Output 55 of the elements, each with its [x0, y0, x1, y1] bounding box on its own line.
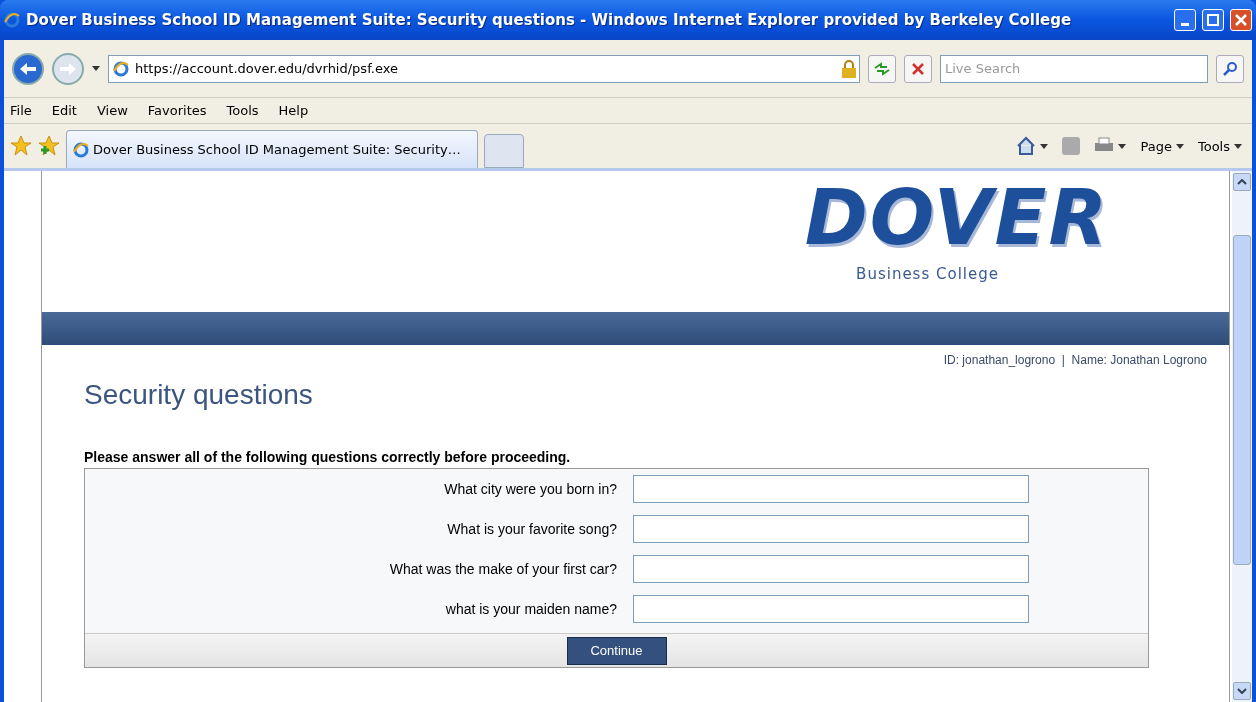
continue-button[interactable]: Continue — [566, 636, 667, 665]
menu-item[interactable]: Tools — [226, 103, 259, 118]
caret-icon[interactable] — [1118, 143, 1127, 149]
answer-field[interactable] — [633, 475, 1029, 503]
caret-icon[interactable] — [92, 66, 100, 71]
menu-item[interactable]: Edit — [51, 103, 77, 118]
answer-field[interactable] — [633, 515, 1029, 543]
browser-icon — [113, 60, 129, 77]
search-icon — [1223, 61, 1237, 76]
left-arrow-icon — [19, 61, 37, 76]
question-label: What is your favorite song? — [446, 521, 617, 537]
answer-field[interactable] — [633, 595, 1029, 623]
search-button[interactable] — [1216, 54, 1244, 83]
browser-icon — [4, 12, 20, 28]
maximize-icon — [1207, 14, 1219, 26]
caret-icon[interactable] — [1040, 143, 1049, 149]
stop-button[interactable] — [904, 54, 932, 83]
logo-title: DOVER — [804, 172, 1109, 264]
question-label: What was the make of your first car? — [388, 561, 617, 577]
menu-item[interactable]: View — [96, 103, 128, 118]
close-button[interactable] — [1230, 9, 1252, 31]
command-menu[interactable]: Tools — [1193, 131, 1246, 161]
menu-item[interactable]: Help — [278, 103, 309, 118]
lock-icon[interactable] — [839, 58, 859, 79]
command-menu[interactable]: Page — [1136, 131, 1188, 161]
instructions: Please answer all of the following questions correctly before proceeding. — [84, 449, 572, 465]
page-heading: Security questions — [84, 379, 314, 411]
address-field[interactable]: https://account.dover.edu/dvrhid/psf.exe — [108, 54, 860, 83]
forward-button[interactable] — [52, 52, 84, 85]
search-field[interactable]: Live Search — [940, 54, 1208, 83]
caret-icon[interactable] — [1175, 143, 1184, 149]
browser-icon — [73, 141, 89, 158]
star-icon[interactable] — [10, 135, 32, 157]
question-label: what is your maiden name? — [444, 601, 617, 617]
right-arrow-icon — [59, 61, 77, 76]
add-favorite-icon[interactable] — [38, 135, 60, 157]
question-label: What city were you born in? — [443, 481, 617, 497]
refresh-button[interactable] — [868, 54, 896, 83]
logo-subtitle: Business College — [856, 265, 999, 283]
answer-field[interactable] — [633, 555, 1029, 583]
minimize-icon — [1181, 22, 1189, 26]
home-icon[interactable] — [1016, 136, 1037, 156]
minimize-button[interactable] — [1174, 9, 1196, 31]
menu-item[interactable]: Favorites — [147, 103, 207, 118]
scrollbar[interactable] — [1232, 171, 1252, 702]
back-button[interactable] — [12, 52, 44, 85]
stop-icon — [912, 62, 924, 75]
menu-item[interactable]: File — [10, 103, 32, 118]
browser-tab[interactable]: Dover Business School ID Management Suite: Security… — [66, 130, 478, 168]
caret-icon[interactable] — [1234, 143, 1242, 149]
user-info: ID: jonathan_logrono | Name: Jonathan Logrono — [943, 353, 1207, 367]
maximize-button[interactable] — [1202, 9, 1224, 31]
window-title: Dover Business School ID Management Suite: Security questions - Windows Internet Explorer provided by Berkeley College — [26, 11, 1073, 29]
refresh-icon — [873, 61, 891, 76]
close-icon — [1235, 14, 1247, 26]
